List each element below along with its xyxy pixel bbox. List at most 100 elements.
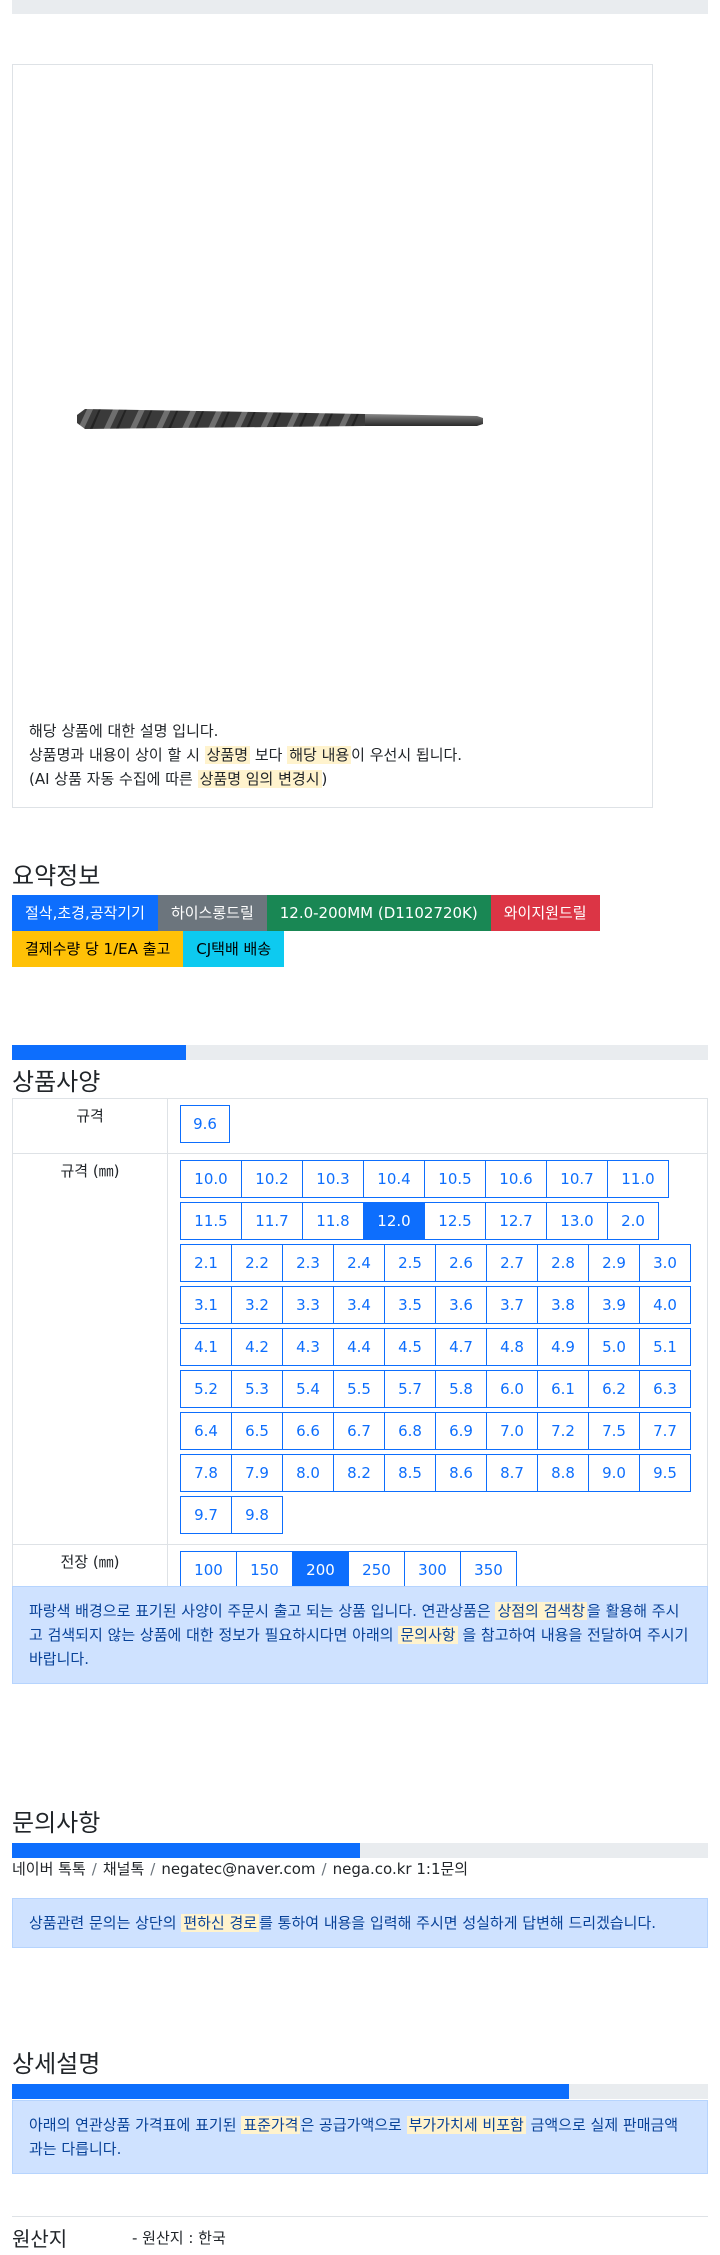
- spec-option-button[interactable]: 3.2: [231, 1286, 283, 1324]
- spec-option-button[interactable]: 6.0: [486, 1370, 538, 1408]
- spec-option-button[interactable]: 9.7: [180, 1496, 232, 1534]
- spec-option-button[interactable]: 7.5: [588, 1412, 640, 1450]
- spec-option-button[interactable]: 9.5: [639, 1454, 691, 1492]
- contact-separator: /: [91, 1860, 97, 1878]
- spec-option-button[interactable]: 2.4: [333, 1244, 385, 1282]
- spec-option-button[interactable]: 3.4: [333, 1286, 385, 1324]
- spec-option-button[interactable]: 2.5: [384, 1244, 436, 1282]
- spec-option-button[interactable]: 6.8: [384, 1412, 436, 1450]
- spec-option-button[interactable]: 100: [180, 1551, 237, 1589]
- spec-option-button[interactable]: 9.8: [231, 1496, 283, 1534]
- spec-option-button[interactable]: 3.9: [588, 1286, 640, 1324]
- contact-separator: /: [150, 1860, 156, 1878]
- product-image-box: 해당 상품에 대한 설명 입니다. 상품명과 내용이 상이 할 시 상품명 보다…: [12, 64, 653, 808]
- spec-option-button[interactable]: 12.5: [424, 1202, 486, 1240]
- spec-option-button[interactable]: 8.2: [333, 1454, 385, 1492]
- spec-option-button[interactable]: 7.7: [639, 1412, 691, 1450]
- spec-option-button[interactable]: 3.6: [435, 1286, 487, 1324]
- spec-option-button[interactable]: 3.8: [537, 1286, 589, 1324]
- spec-option-button[interactable]: 2.8: [537, 1244, 589, 1282]
- contact-link[interactable]: negatec@naver.com: [161, 1860, 315, 1878]
- spec-label-size: 규격: [12, 1098, 168, 1154]
- spec-option-button[interactable]: 6.2: [588, 1370, 640, 1408]
- spec-option-button[interactable]: 6.1: [537, 1370, 589, 1408]
- spec-table: 규격 9.6 규격 (㎜) 10.0 10.2 10.3 10.4 10.5 10.6 10…: [12, 1098, 708, 1600]
- spec-option-button[interactable]: 4.3: [282, 1328, 334, 1366]
- spec-option-button[interactable]: 4.2: [231, 1328, 283, 1366]
- spec-option-button[interactable]: 5.5: [333, 1370, 385, 1408]
- spec-option-button[interactable]: 3.7: [486, 1286, 538, 1324]
- spec-option-button[interactable]: 250: [348, 1551, 405, 1589]
- spec-option-button[interactable]: 200: [292, 1551, 349, 1589]
- spec-option-button[interactable]: 6.7: [333, 1412, 385, 1450]
- spec-option-button[interactable]: 8.5: [384, 1454, 436, 1492]
- spec-option-button[interactable]: 8.0: [282, 1454, 334, 1492]
- spec-option-button[interactable]: 3.5: [384, 1286, 436, 1324]
- spec-option-button[interactable]: 3.0: [639, 1244, 691, 1282]
- spec-option-button[interactable]: 6.6: [282, 1412, 334, 1450]
- spec-option-button[interactable]: 5.4: [282, 1370, 334, 1408]
- spec-option-button[interactable]: 9.0: [588, 1454, 640, 1492]
- spec-option-button[interactable]: 8.7: [486, 1454, 538, 1492]
- spec-option-button[interactable]: 10.0: [180, 1160, 242, 1198]
- spec-option-button[interactable]: 13.0: [546, 1202, 608, 1240]
- spec-option-button[interactable]: 5.7: [384, 1370, 436, 1408]
- spec-option-button[interactable]: 150: [236, 1551, 293, 1589]
- spec-option-button[interactable]: 2.6: [435, 1244, 487, 1282]
- spec-option-button[interactable]: 11.0: [607, 1160, 669, 1198]
- spec-option-button[interactable]: 4.1: [180, 1328, 232, 1366]
- spec-progress: [12, 1045, 708, 1060]
- spec-option-button[interactable]: 4.4: [333, 1328, 385, 1366]
- spec-option-button[interactable]: 4.0: [639, 1286, 691, 1324]
- spec-option-button[interactable]: 7.2: [537, 1412, 589, 1450]
- spec-option-button[interactable]: 5.2: [180, 1370, 232, 1408]
- spec-option-button[interactable]: 9.6: [180, 1105, 230, 1143]
- spec-option-button[interactable]: 350: [460, 1551, 517, 1589]
- detail-title: 상세설명: [12, 2050, 101, 2078]
- spec-option-button[interactable]: 300: [404, 1551, 461, 1589]
- contact-link[interactable]: 네이버 톡톡: [12, 1860, 86, 1878]
- spec-option-button[interactable]: 11.7: [241, 1202, 303, 1240]
- spec-option-button[interactable]: 4.7: [435, 1328, 487, 1366]
- spec-option-button[interactable]: 7.8: [180, 1454, 232, 1492]
- spec-option-button[interactable]: 7.9: [231, 1454, 283, 1492]
- spec-option-button[interactable]: 2.0: [607, 1202, 659, 1240]
- spec-option-button[interactable]: 3.3: [282, 1286, 334, 1324]
- spec-option-button[interactable]: 3.1: [180, 1286, 232, 1324]
- spec-option-button[interactable]: 7.0: [486, 1412, 538, 1450]
- spec-option-button[interactable]: 5.1: [639, 1328, 691, 1366]
- spec-option-button[interactable]: 6.3: [639, 1370, 691, 1408]
- spec-option-button[interactable]: 10.7: [546, 1160, 608, 1198]
- spec-option-button[interactable]: 2.9: [588, 1244, 640, 1282]
- spec-option-button[interactable]: 12.7: [485, 1202, 547, 1240]
- spec-option-button[interactable]: 10.2: [241, 1160, 303, 1198]
- contact-link[interactable]: 채널톡: [103, 1860, 144, 1878]
- spec-option-button[interactable]: 4.8: [486, 1328, 538, 1366]
- spec-option-button[interactable]: 4.5: [384, 1328, 436, 1366]
- origin-label: 원산지: [12, 2227, 68, 2251]
- contact-separator: /: [321, 1860, 327, 1878]
- spec-option-button[interactable]: 5.8: [435, 1370, 487, 1408]
- spec-option-button[interactable]: 2.7: [486, 1244, 538, 1282]
- spec-option-button[interactable]: 11.5: [180, 1202, 242, 1240]
- detail-progress: [12, 2084, 708, 2099]
- spec-option-button[interactable]: 8.8: [537, 1454, 589, 1492]
- spec-option-button[interactable]: 11.8: [302, 1202, 364, 1240]
- contact-link[interactable]: nega.co.kr 1:1문의: [333, 1860, 469, 1878]
- spec-option-button[interactable]: 5.0: [588, 1328, 640, 1366]
- spec-option-button[interactable]: 6.9: [435, 1412, 487, 1450]
- spec-option-button[interactable]: 2.1: [180, 1244, 232, 1282]
- spec-option-button[interactable]: 10.5: [424, 1160, 486, 1198]
- spec-option-button[interactable]: 8.6: [435, 1454, 487, 1492]
- spec-option-button[interactable]: 2.2: [231, 1244, 283, 1282]
- spec-option-button[interactable]: 6.5: [231, 1412, 283, 1450]
- spec-option-button[interactable]: 5.3: [231, 1370, 283, 1408]
- drill-bit-image: [77, 409, 483, 429]
- spec-option-button[interactable]: 4.9: [537, 1328, 589, 1366]
- spec-option-button[interactable]: 10.4: [363, 1160, 425, 1198]
- spec-option-button[interactable]: 12.0: [363, 1202, 425, 1240]
- spec-option-button[interactable]: 6.4: [180, 1412, 232, 1450]
- spec-option-button[interactable]: 2.3: [282, 1244, 334, 1282]
- spec-option-button[interactable]: 10.6: [485, 1160, 547, 1198]
- spec-option-button[interactable]: 10.3: [302, 1160, 364, 1198]
